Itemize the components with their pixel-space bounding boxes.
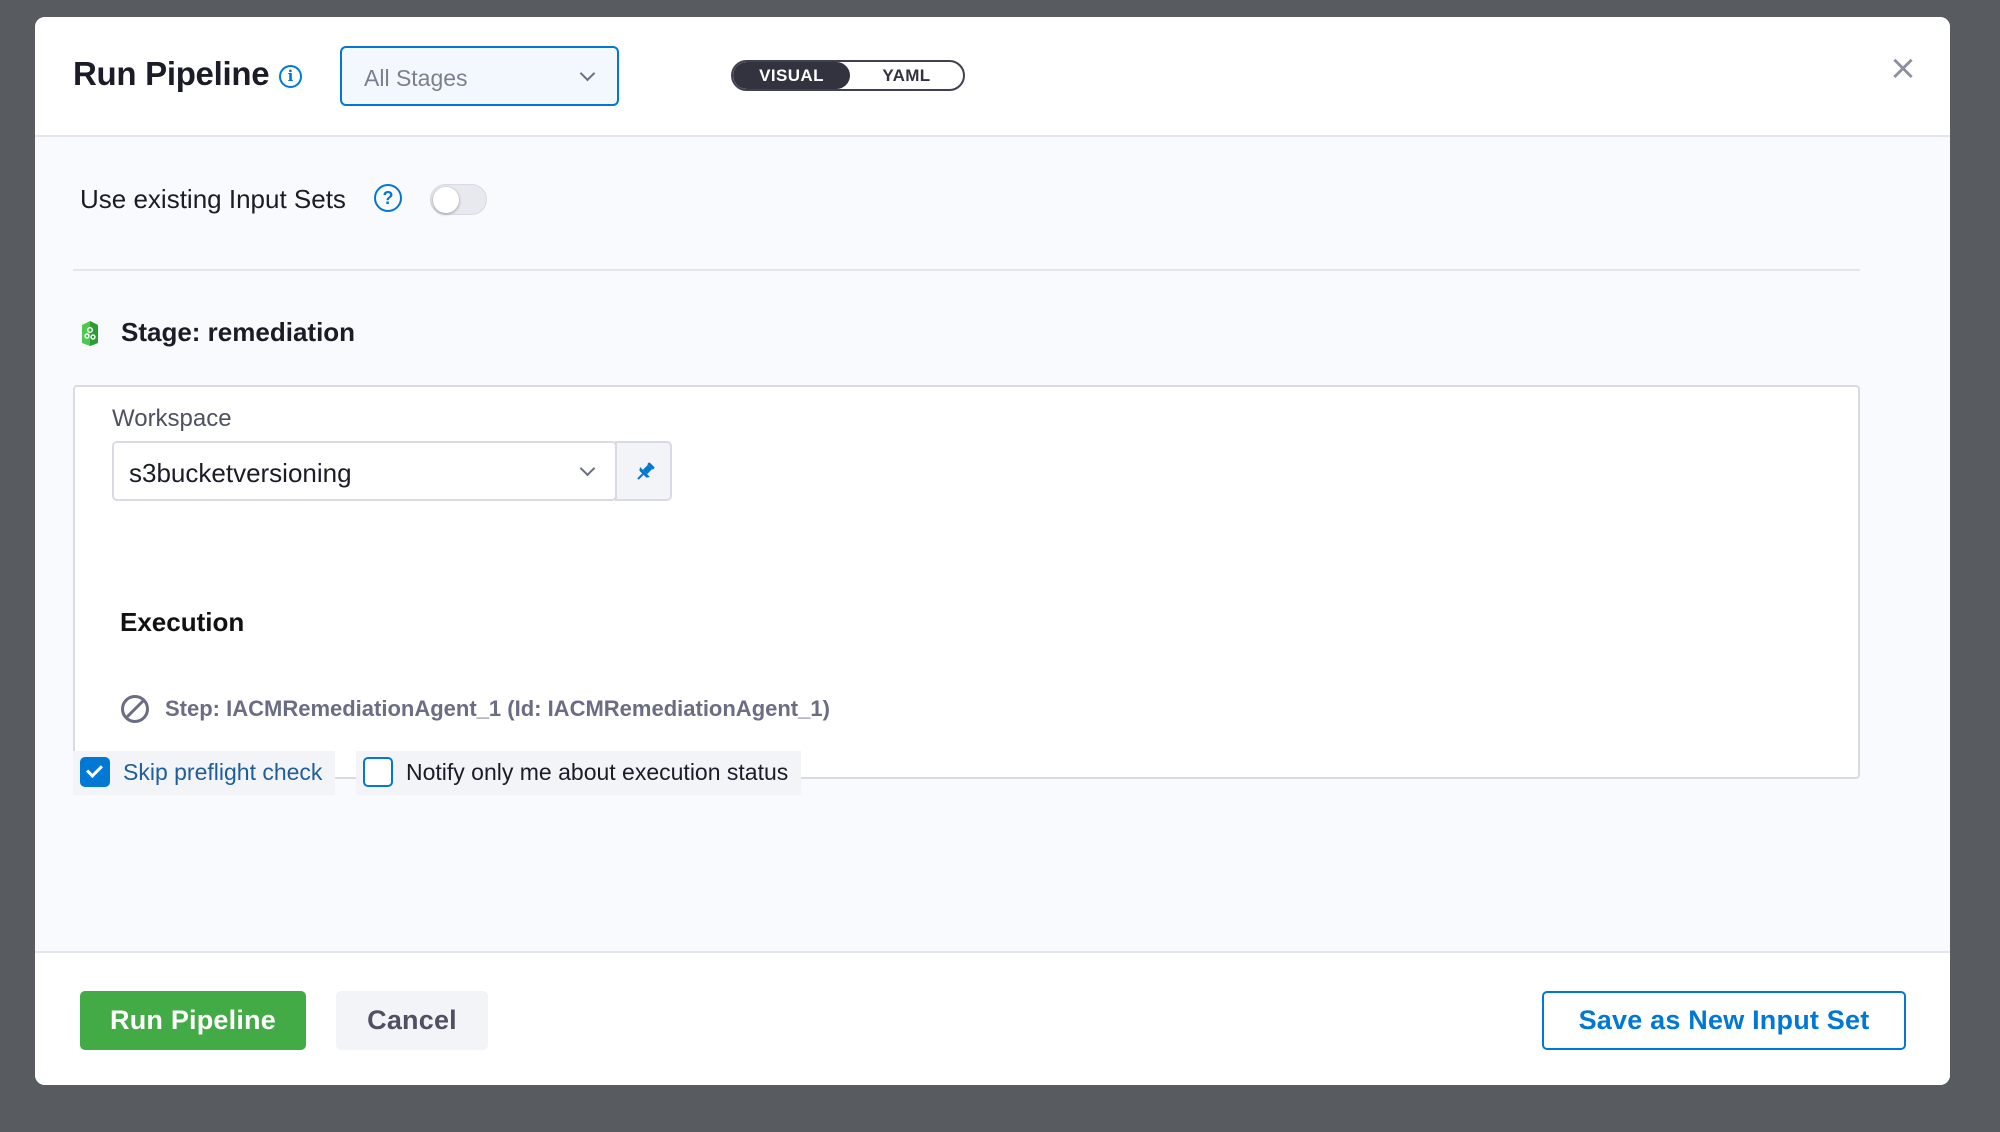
stage-select[interactable]: All Stages [340,46,619,106]
workspace-select[interactable]: s3bucketversioning [112,441,617,501]
stage-select-value: All Stages [364,65,468,91]
dialog-footer: Run Pipeline Cancel Save as New Input Se… [35,951,1950,1085]
divider [73,269,1860,271]
notify-me-label: Notify only me about execution status [406,759,789,785]
input-sets-label: Use existing Input Sets [80,184,346,214]
stage-inputs-card: Workspace s3bucketversioning Execution S… [73,385,1860,779]
visual-tab[interactable]: VISUAL [733,62,850,89]
skip-preflight-label: Skip preflight check [123,759,323,785]
workspace-value: s3bucketversioning [129,458,352,488]
yaml-tab[interactable]: YAML [850,62,963,89]
stage-icon [82,321,98,346]
step-label: Step: IACMRemediationAgent_1 (Id: IACMRe… [165,696,830,721]
notify-me-option[interactable]: Notify only me about execution status [356,751,801,797]
skip-preflight-checkbox[interactable] [80,757,110,787]
run-pipeline-button[interactable]: Run Pipeline [80,991,306,1050]
chevron-down-icon [579,460,596,477]
close-icon[interactable]: × [1888,51,1918,85]
view-toggle: VISUAL YAML [731,60,965,91]
workspace-label: Workspace [112,405,232,432]
dialog-body: Use existing Input Sets ? Stage: remedia… [35,139,1950,952]
dialog-header: Run Pipeline i All Stages VISUAL YAML × [35,17,1950,137]
toggle-knob [433,187,459,213]
info-icon[interactable]: i [279,65,302,88]
save-input-set-button[interactable]: Save as New Input Set [1542,991,1906,1050]
skip-preflight-option[interactable]: Skip preflight check [73,751,335,797]
input-sets-toggle[interactable] [430,184,487,215]
stage-title: Stage: remediation [121,317,356,347]
ban-icon [121,695,149,723]
dialog-title: Run Pipeline [73,55,270,92]
run-pipeline-dialog: Run Pipeline i All Stages VISUAL YAML × … [35,17,1950,1085]
pin-button[interactable] [615,441,672,501]
execution-title: Execution [120,607,245,637]
notify-me-checkbox[interactable] [363,757,393,787]
chevron-down-icon [579,65,596,82]
help-icon[interactable]: ? [374,184,402,212]
cancel-button[interactable]: Cancel [336,991,488,1050]
pin-icon [637,462,655,480]
check-icon [86,761,103,778]
